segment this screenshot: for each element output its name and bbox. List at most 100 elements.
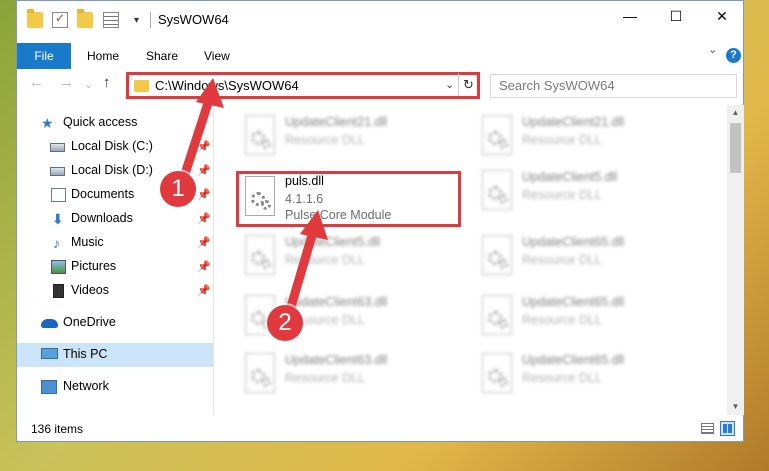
search-input[interactable]: Search SysWOW64: [490, 74, 737, 98]
file-name: UpdateClient65.dll: [522, 235, 625, 249]
vertical-scrollbar[interactable]: ▲ ▼: [727, 105, 744, 415]
maximize-button[interactable]: ☐: [653, 1, 699, 31]
quick-access-toolbar-dropdown[interactable]: ▾: [134, 15, 139, 26]
title-bar: ▾ SysWOW64 — ☐ ✕: [17, 1, 743, 39]
large-icons-view-icon[interactable]: [720, 421, 735, 436]
file-name: UpdateClient65.dll: [522, 353, 625, 367]
scroll-down-button[interactable]: ▼: [727, 399, 744, 415]
item-count: 136 items: [31, 422, 84, 436]
dll-file-icon: [478, 170, 516, 214]
file-name: UpdateClient5.dll: [522, 170, 618, 184]
file-tile[interactable]: UpdateClient65.dll Resource DLL: [474, 349, 704, 403]
sidebar-item-quick-access[interactable]: ★ Quick access: [17, 111, 213, 135]
dll-file-icon: [241, 115, 279, 159]
sidebar-item-videos[interactable]: Videos 📌: [17, 279, 213, 303]
sidebar-item-downloads[interactable]: ⬇ Downloads 📌: [17, 207, 213, 231]
file-tile[interactable]: UpdateClient5.dll Resource DLL: [474, 166, 704, 220]
sidebar-item-label: Local Disk (C:): [71, 139, 153, 153]
pin-icon: 📌: [197, 141, 211, 153]
recent-locations-dropdown[interactable]: ⌄: [84, 78, 93, 91]
file-name: UpdateClient63.dll: [285, 353, 388, 367]
expand-ribbon-chevron-icon[interactable]: ⌄: [708, 43, 717, 56]
up-button[interactable]: ↑: [103, 74, 111, 91]
pictures-icon: [51, 260, 66, 274]
disk-icon: [50, 143, 65, 152]
file-tile[interactable]: UpdateClient21.dll Resource DLL: [474, 111, 704, 165]
dll-file-icon: [478, 115, 516, 159]
music-icon: ♪: [53, 235, 60, 251]
minimize-button[interactable]: —: [607, 1, 653, 31]
ribbon-tabs: File Home Share View: [17, 39, 743, 69]
address-dropdown-chevron-icon[interactable]: ⌄: [445, 78, 454, 91]
tab-view[interactable]: View: [204, 43, 230, 69]
documents-icon: [51, 188, 66, 202]
file-tile[interactable]: UpdateClient5.dll Resource DLL: [237, 231, 467, 285]
pane-divider[interactable]: [213, 105, 214, 415]
refresh-button[interactable]: ↻: [458, 73, 478, 96]
disk-icon: [50, 167, 65, 176]
file-description: Resource DLL: [522, 188, 602, 202]
sidebar-item-label: Downloads: [71, 211, 133, 225]
file-explorer-window: ▾ SysWOW64 — ☐ ✕ File Home Share View ⌄ …: [16, 0, 744, 442]
title-separator: [150, 12, 151, 28]
scroll-thumb[interactable]: [730, 123, 741, 173]
file-description: Resource DLL: [285, 133, 365, 147]
sidebar-item-pictures[interactable]: Pictures 📌: [17, 255, 213, 279]
sidebar-item-local-disk-c[interactable]: Local Disk (C:) 📌: [17, 135, 213, 159]
address-path[interactable]: C:\Windows\SysWOW64: [155, 78, 299, 93]
download-icon: ⬇: [52, 211, 64, 227]
file-description: Resource DLL: [285, 371, 365, 385]
sidebar-item-music[interactable]: ♪ Music 📌: [17, 231, 213, 255]
new-folder-icon[interactable]: [77, 9, 93, 28]
forward-button[interactable]: →: [59, 74, 74, 91]
pc-icon: [41, 348, 58, 359]
dll-file-icon: [478, 353, 516, 397]
back-button[interactable]: ←: [29, 74, 44, 91]
step-marker-1: 1: [160, 171, 196, 207]
dll-file-icon: [241, 353, 279, 397]
file-tile[interactable]: UpdateClient65.dll Resource DLL: [474, 291, 704, 345]
file-description: Resource DLL: [522, 313, 602, 327]
dll-file-icon: [478, 295, 516, 339]
network-icon: [41, 380, 57, 394]
file-tile[interactable]: UpdateClient65.dll Resource DLL: [474, 231, 704, 285]
properties-check-icon[interactable]: [52, 11, 68, 28]
videos-icon: [53, 284, 64, 298]
customize-icon[interactable]: [103, 12, 119, 28]
address-bar[interactable]: C:\Windows\SysWOW64 ⌄ ↻: [126, 72, 480, 99]
step-marker-2: 2: [267, 305, 303, 341]
tab-file[interactable]: File: [17, 43, 71, 69]
dll-file-icon: [241, 235, 279, 279]
sidebar-item-label: Network: [63, 379, 109, 393]
file-name: UpdateClient65.dll: [522, 295, 625, 309]
pin-icon: 📌: [197, 165, 211, 177]
tab-home[interactable]: Home: [87, 43, 119, 69]
details-view-icon[interactable]: [701, 423, 714, 434]
file-name: UpdateClient21.dll: [285, 115, 388, 129]
pin-icon: 📌: [197, 285, 211, 297]
help-icon[interactable]: ?: [726, 48, 741, 63]
scroll-up-button[interactable]: ▲: [727, 105, 744, 121]
file-name: UpdateClient63.dll: [285, 295, 388, 309]
pin-icon: 📌: [197, 261, 211, 273]
file-description: Resource DLL: [522, 253, 602, 267]
file-tile[interactable]: UpdateClient63.dll Resource DLL: [237, 349, 467, 403]
pin-icon: 📌: [197, 213, 211, 225]
onedrive-icon: [41, 319, 58, 328]
sidebar-item-network[interactable]: Network: [17, 375, 213, 399]
tab-share[interactable]: Share: [146, 43, 178, 69]
sidebar-item-label: Pictures: [71, 259, 117, 273]
close-button[interactable]: ✕: [699, 1, 745, 31]
sidebar-item-label: OneDrive: [63, 315, 116, 329]
sidebar-item-label: Quick access: [63, 115, 138, 129]
sidebar-item-onedrive[interactable]: OneDrive: [17, 311, 213, 335]
sidebar-item-label: Local Disk (D:): [71, 163, 153, 177]
search-placeholder: Search SysWOW64: [499, 78, 615, 93]
status-bar: 136 items: [17, 415, 743, 442]
sidebar-item-label: Videos: [71, 283, 109, 297]
file-tile[interactable]: UpdateClient21.dll Resource DLL: [237, 111, 467, 165]
sidebar-item-label: This PC: [63, 347, 108, 361]
sidebar-item-this-pc[interactable]: This PC: [17, 343, 213, 367]
file-highlight-box: [236, 171, 461, 227]
sidebar-item-label: Documents: [71, 187, 135, 201]
